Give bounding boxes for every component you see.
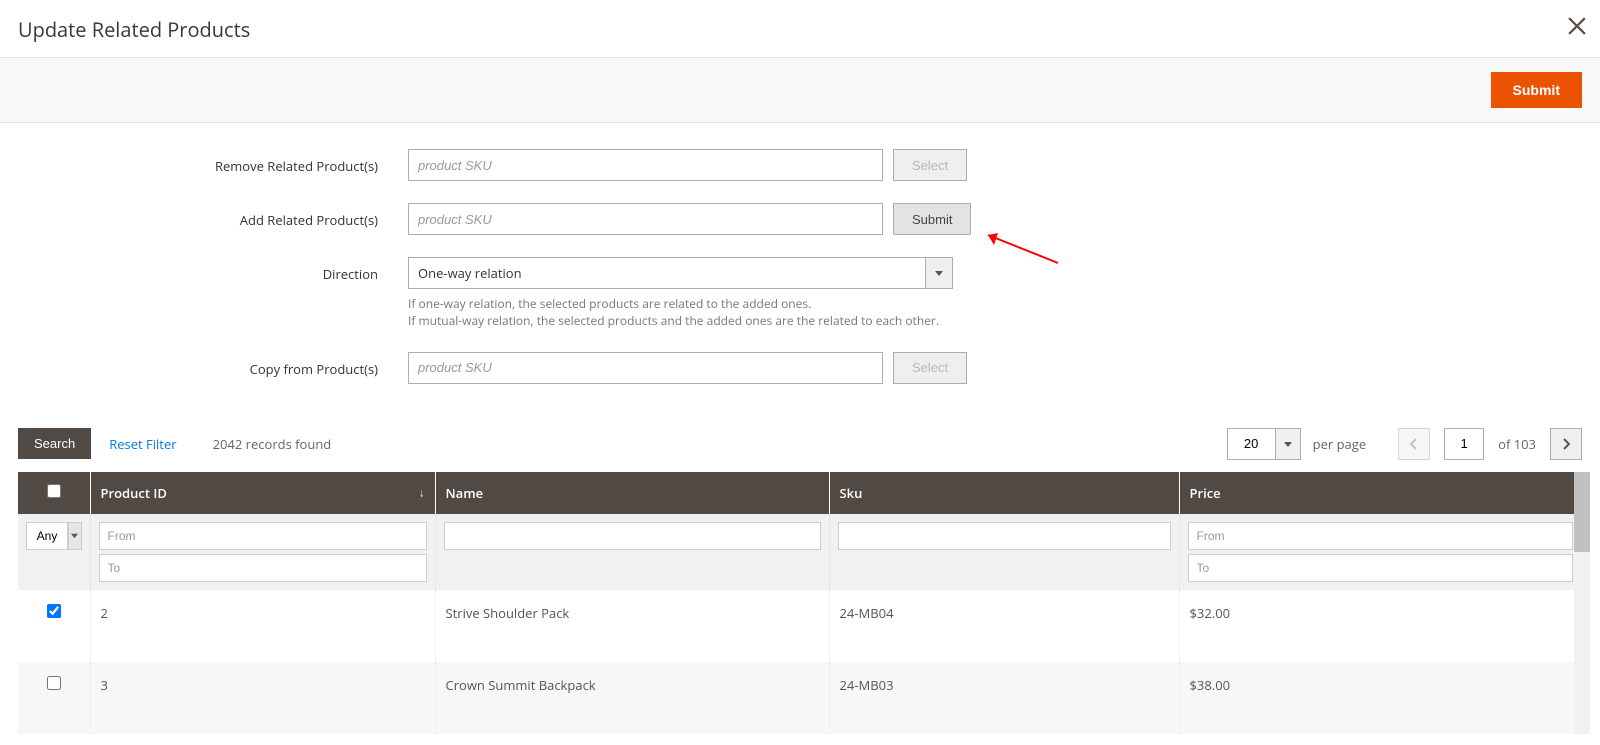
pager-of-text: of 103 — [1498, 435, 1536, 453]
pager-prev-button[interactable] — [1398, 428, 1430, 460]
filter-price-to[interactable] — [1188, 554, 1574, 582]
annotation-arrow — [980, 231, 1060, 265]
per-page-label: per page — [1313, 435, 1366, 453]
filter-row — [18, 514, 1582, 590]
vertical-scrollbar[interactable] — [1574, 472, 1590, 734]
remove-related-select-button[interactable]: Select — [893, 149, 967, 181]
remove-related-input[interactable] — [408, 149, 883, 181]
table-row[interactable]: 3Crown Summit Backpack24-MB03$38.00 — [18, 662, 1582, 734]
cell-price: $32.00 — [1179, 590, 1582, 662]
cell-sku: 24-MB04 — [829, 590, 1179, 662]
page-title: Update Related Products — [0, 0, 1600, 57]
col-sku-header[interactable]: Sku — [829, 472, 1179, 514]
direction-label: Direction — [18, 257, 408, 283]
reset-filter-link[interactable]: Reset Filter — [109, 435, 176, 453]
remove-related-label: Remove Related Product(s) — [18, 149, 408, 175]
row-checkbox[interactable] — [47, 604, 61, 618]
submit-button[interactable]: Submit — [1491, 72, 1582, 108]
direction-help-text: If one-way relation, the selected produc… — [408, 295, 939, 330]
row-checkbox[interactable] — [47, 676, 61, 690]
grid-controls: Search Reset Filter 2042 records found p… — [0, 428, 1600, 460]
add-related-submit-button[interactable]: Submit — [893, 203, 971, 235]
records-found-text: 2042 records found — [213, 435, 332, 453]
direction-select[interactable]: One-way relation — [408, 257, 953, 289]
close-icon[interactable] — [1568, 14, 1586, 41]
filter-product-id-from[interactable] — [99, 522, 427, 550]
filter-checkbox-select[interactable] — [26, 522, 82, 550]
pager-next-button[interactable] — [1550, 428, 1582, 460]
filter-product-id-to[interactable] — [99, 554, 427, 582]
col-price-header[interactable]: Price — [1179, 472, 1582, 514]
cell-sku: 24-MB03 — [829, 662, 1179, 734]
col-name-header[interactable]: Name — [435, 472, 829, 514]
col-checkbox-header[interactable] — [18, 472, 90, 514]
copy-from-select-button[interactable]: Select — [893, 352, 967, 384]
per-page-input[interactable] — [1227, 428, 1275, 460]
action-bar: Submit — [0, 57, 1600, 123]
add-related-input[interactable] — [408, 203, 883, 235]
per-page-select[interactable] — [1227, 428, 1301, 460]
copy-from-input[interactable] — [408, 352, 883, 384]
filter-sku-input[interactable] — [838, 522, 1171, 550]
cell-name: Crown Summit Backpack — [435, 662, 829, 734]
search-button[interactable]: Search — [18, 428, 91, 459]
copy-from-label: Copy from Product(s) — [18, 352, 408, 378]
cell-product-id: 3 — [90, 662, 435, 734]
chevron-down-icon[interactable] — [925, 257, 953, 289]
filter-price-from[interactable] — [1188, 522, 1574, 550]
chevron-down-icon[interactable] — [68, 522, 82, 550]
grid: Product ID ↓ Name Sku Price — [18, 472, 1582, 734]
cell-product-id: 2 — [90, 590, 435, 662]
chevron-down-icon[interactable] — [1275, 428, 1301, 460]
add-related-label: Add Related Product(s) — [18, 203, 408, 229]
form-area: Remove Related Product(s) Select Add Rel… — [0, 123, 1600, 400]
cell-price: $38.00 — [1179, 662, 1582, 734]
cell-name: Strive Shoulder Pack — [435, 590, 829, 662]
direction-value: One-way relation — [408, 257, 925, 289]
pager-page-input[interactable] — [1444, 428, 1484, 460]
col-product-id-header[interactable]: Product ID ↓ — [90, 472, 435, 514]
select-all-checkbox[interactable] — [47, 484, 61, 498]
sort-desc-icon: ↓ — [419, 485, 425, 500]
table-row[interactable]: 2Strive Shoulder Pack24-MB04$32.00 — [18, 590, 1582, 662]
filter-name-input[interactable] — [444, 522, 821, 550]
